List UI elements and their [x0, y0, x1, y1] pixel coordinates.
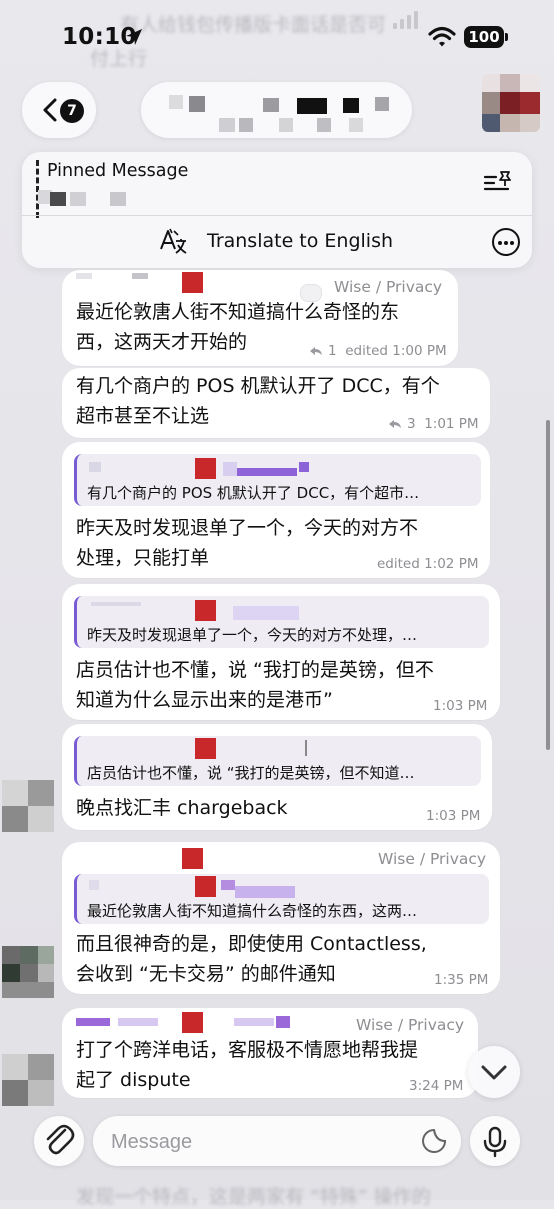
message-bubble[interactable]: 店员估计也不懂，说 “我打的是英镑，但不知道… 晚点找汇丰 chargeback… — [62, 724, 492, 830]
reply-count-icon — [310, 347, 322, 355]
status-bar: 10:10 100 — [0, 0, 554, 76]
scrollbar[interactable] — [546, 420, 550, 750]
sender-tag: Wise / Privacy — [334, 278, 443, 296]
redacted-sender — [182, 848, 203, 869]
message-bubble[interactable]: Wise / Privacy 打了个跨洋电话，客服极不情愿地帮我提 起了 dis… — [62, 1008, 478, 1098]
quote-text: 有几个商户的 POS 机默认开了 DCC，有个超市… — [87, 484, 420, 502]
message-meta: 1 edited 1:00 PM — [309, 343, 447, 359]
message-meta: 3:24 PM — [409, 1078, 464, 1094]
sender-tag: Wise / Privacy — [378, 850, 487, 868]
message-meta: 3 1:01 PM — [388, 416, 479, 432]
chat-avatar[interactable] — [482, 74, 540, 132]
sender-avatar[interactable] — [2, 946, 54, 998]
wifi-icon — [428, 26, 456, 47]
chat-title-pill[interactable] — [141, 82, 412, 138]
message-text: 西，这两天才开始的 — [76, 331, 248, 353]
message-text: 晚点找汇丰 chargeback — [76, 797, 288, 819]
translate-icon — [160, 228, 187, 254]
sender-avatar[interactable] — [2, 1054, 54, 1106]
reply-quote[interactable]: 昨天及时发现退单了一个，今天的对方不处理，… — [74, 596, 489, 648]
message-input[interactable] — [109, 1126, 403, 1158]
location-arrow-icon — [126, 29, 142, 45]
message-text: 处理，只能打单 — [76, 547, 210, 569]
back-button[interactable]: 7 — [22, 82, 96, 138]
pinned-indicator — [36, 160, 42, 218]
chevron-down-icon — [481, 1065, 507, 1080]
message-text: 店员估计也不懂，说 “我打的是英镑，但不 — [76, 659, 434, 681]
quote-text: 昨天及时发现退单了一个，今天的对方不处理，… — [87, 626, 418, 644]
message-text: 起了 dispute — [76, 1069, 191, 1091]
message-text: 而且很神奇的是，即使使用 Contactless, — [76, 933, 427, 955]
divider — [22, 215, 532, 216]
message-meta: edited 1:02 PM — [377, 556, 479, 572]
translate-button[interactable]: Translate to English — [207, 230, 393, 252]
reply-quote[interactable]: 有几个商户的 POS 机默认开了 DCC，有个超市… — [74, 454, 481, 506]
reply-count-icon — [389, 420, 401, 428]
message-meta: 1:03 PM — [433, 698, 488, 714]
unread-count-badge: 7 — [60, 99, 84, 123]
paperclip-icon — [46, 1124, 75, 1155]
microphone-icon — [483, 1126, 507, 1158]
battery-tip — [505, 33, 508, 41]
sender-tag: Wise / Privacy — [356, 1016, 465, 1034]
reply-quote[interactable]: 店员估计也不懂，说 “我打的是英镑，但不知道… — [74, 736, 481, 786]
message-meta: 1:03 PM — [426, 808, 481, 824]
message-text: 打了个跨洋电话，客服极不情愿地帮我提 — [76, 1039, 419, 1061]
reply-quote[interactable]: 最近伦敦唐人街不知道搞什么奇怪的东西，这两… — [74, 874, 489, 924]
pinned-message-bar[interactable]: Pinned Message Translate to English — [22, 152, 532, 268]
quote-text: 最近伦敦唐人街不知道搞什么奇怪的东西，这两… — [87, 902, 418, 920]
background-message-text: 发现一个特点，这是两家有 “特殊” 操作的 — [76, 1186, 431, 1208]
message-text: 超市甚至不让选 — [76, 405, 210, 427]
message-text: 会收到 “无卡交易” 的邮件通知 — [76, 963, 336, 985]
message-input-field[interactable] — [93, 1116, 461, 1166]
pinned-title: Pinned Message — [47, 161, 189, 181]
message-bubble[interactable]: Wise / Privacy 最近伦敦唐人街不知道搞什么奇怪的东 西，这两天才开… — [62, 270, 458, 366]
microphone-button[interactable] — [470, 1116, 520, 1166]
more-options-icon[interactable] — [492, 228, 520, 256]
pin-list-icon[interactable] — [482, 168, 514, 196]
quote-text: 店员估计也不懂，说 “我打的是英镑，但不知道… — [87, 764, 415, 782]
message-meta: 1:35 PM — [434, 972, 489, 988]
battery-indicator: 100 — [464, 26, 504, 48]
attach-button[interactable] — [34, 1116, 84, 1166]
sender-avatar[interactable] — [2, 780, 54, 832]
message-text: 知道为什么显示出来的是港币” — [76, 689, 333, 711]
scroll-to-bottom-button[interactable] — [468, 1046, 520, 1098]
message-text: 昨天及时发现退单了一个，今天的对方不 — [76, 517, 419, 539]
message-bubble[interactable]: 昨天及时发现退单了一个，今天的对方不处理，… 店员估计也不懂，说 “我打的是英镑… — [62, 584, 500, 720]
message-bubble[interactable]: 有几个商户的 POS 机默认开了 DCC，有个 超市甚至不让选 3 1:01 P… — [62, 368, 490, 438]
message-text: 有几个商户的 POS 机默认开了 DCC，有个 — [76, 375, 440, 397]
message-bubble[interactable]: Wise / Privacy 最近伦敦唐人街不知道搞什么奇怪的东西，这两… 而且… — [62, 842, 500, 994]
message-bubble[interactable]: 有几个商户的 POS 机默认开了 DCC，有个超市… 昨天及时发现退单了一个，今… — [62, 442, 490, 578]
message-text: 最近伦敦唐人街不知道搞什么奇怪的东 — [76, 301, 400, 323]
sticker-icon[interactable] — [421, 1128, 447, 1154]
